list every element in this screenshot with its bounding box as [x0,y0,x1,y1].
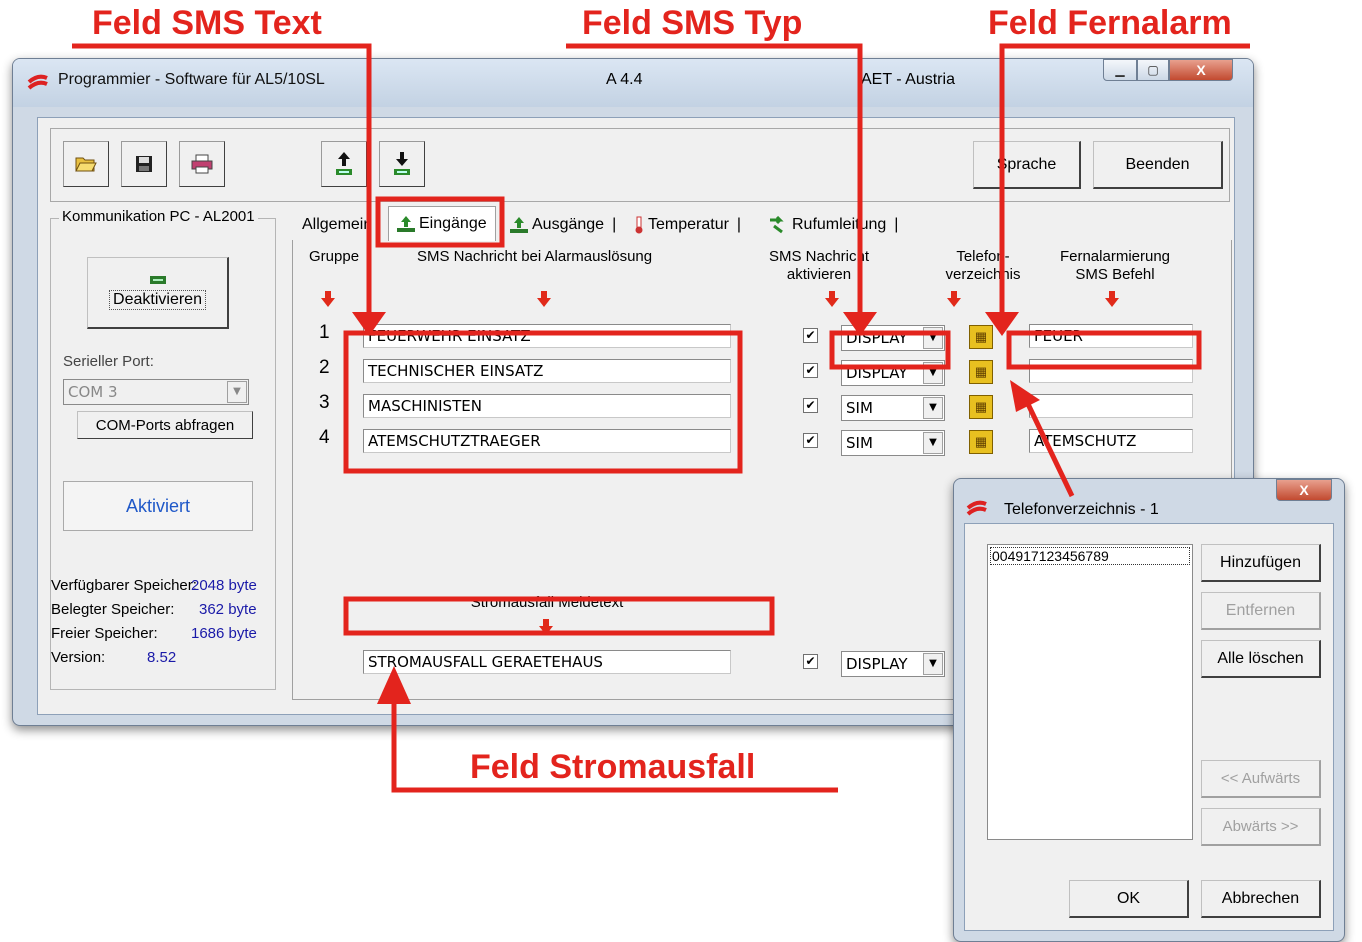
callout-line [72,43,372,312]
callout-line [566,43,863,312]
callout-sms-typ: Feld SMS Typ [582,4,803,42]
callout-box [343,330,743,474]
arrowhead-icon [1010,380,1040,412]
callout-line [1025,402,1075,498]
callout-box [829,330,951,370]
callout-fernalarm: Feld Fernalarm [988,4,1232,42]
callout-box [343,596,775,636]
callout-sms-text: Feld SMS Text [92,4,322,42]
arrowhead-icon [377,666,411,704]
callout-box [375,196,505,248]
annotation-overlay [72,43,1250,793]
callout-box [1006,330,1202,370]
callout-line [999,43,1250,312]
callout-stromausfall: Feld Stromausfall [470,748,756,786]
